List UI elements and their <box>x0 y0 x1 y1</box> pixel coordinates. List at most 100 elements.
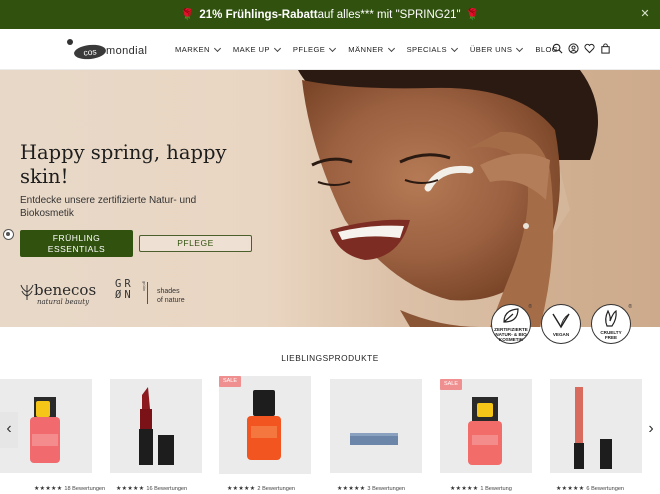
hero-woman-photo <box>298 70 660 327</box>
header-icons <box>552 43 611 54</box>
main-nav: MARKEN MAKE UP PFLEGE MÄNNER SPECIALS ÜB… <box>175 29 571 70</box>
account-icon[interactable] <box>568 43 579 54</box>
product-image[interactable] <box>110 379 202 473</box>
rating-stars-icon: ★★★★★ <box>556 486 585 492</box>
flower-icon: 🌹 <box>180 9 195 21</box>
lipstick-image <box>139 387 174 465</box>
sale-badge: SALE <box>440 379 462 390</box>
product-carousel: ★★★★★ 18 Bewertungen ★★★★★ 16 Bewertungen … <box>0 376 660 494</box>
nail-polish-image <box>247 390 281 460</box>
chevron-down-icon <box>273 44 281 52</box>
leaf-icon <box>20 284 34 300</box>
rating-count: 16 Bewertungen <box>146 486 188 492</box>
product-rating: ★★★★★ 2 Bewertungen <box>227 485 295 492</box>
product-rating: ★★★★★ 6 Bewertungen <box>556 485 624 492</box>
certified-natural-seal: ZERTIFIZIERTE NATUR- & BIO KOSMETIK ® <box>491 304 532 344</box>
hero-title: Happy spring, happy skin! <box>20 141 227 188</box>
gruen-divider <box>147 282 148 304</box>
promo-discount: 21% Frühlings-Rabatt <box>199 8 318 21</box>
rating-count: 2 Bewertungen <box>257 486 296 492</box>
rating-stars-icon: ★★★★★ <box>337 486 366 492</box>
product-image[interactable] <box>330 379 422 473</box>
chevron-down-icon <box>387 44 395 52</box>
chevron-down-icon <box>213 44 221 52</box>
product-image[interactable]: SALE <box>219 376 311 474</box>
benecos-name: benecos <box>34 281 97 299</box>
cart-icon[interactable] <box>600 43 611 54</box>
close-icon[interactable]: ✕ <box>639 8 651 20</box>
button-line-1: FRÜHLING <box>52 233 101 243</box>
product-card[interactable]: ★★★★★ 16 Bewertungen <box>110 379 202 494</box>
nav-label: MÄNNER <box>348 45 384 54</box>
carousel-prev-button[interactable]: ‹ <box>0 412 18 448</box>
vegan-seal: VEGAN <box>541 304 581 344</box>
nav-label: ÜBER UNS <box>469 45 513 54</box>
nav-label: MARKEN <box>175 45 210 54</box>
lip-gloss-image <box>574 387 612 469</box>
product-rating: ★★★★★ 18 Bewertungen <box>34 485 105 492</box>
rating-stars-icon: ★★★★★ <box>34 486 63 492</box>
chevron-down-icon <box>329 44 337 52</box>
product-rating: ★★★★★ 1 Bewertung <box>450 485 512 492</box>
leaf-seal-icon <box>503 308 519 323</box>
site-header: cos mondial MARKEN MAKE UP PFLEGE MÄNNER… <box>0 29 660 70</box>
fruehling-essentials-button[interactable]: FRÜHLING ESSENTIALS <box>20 230 133 257</box>
rating-count: 6 Bewertungen <box>586 486 625 492</box>
seal-text: VEGAN <box>552 332 570 337</box>
gruen-mark: GR ØN <box>115 278 134 301</box>
product-card[interactable]: SALE ★★★★★ 1 Bewertung <box>440 379 532 494</box>
product-image[interactable]: SALE <box>440 379 532 473</box>
product-card[interactable]: SALE ★★★★★ 2 Bewertungen <box>219 376 311 492</box>
nav-label: MAKE UP <box>232 45 270 54</box>
nav-specials[interactable]: SPECIALS <box>406 44 458 54</box>
carousel-next-button[interactable]: › <box>642 412 660 448</box>
promo-text: auf alles*** mit "SPRING21" <box>317 8 461 21</box>
button-line-2: ESSENTIALS <box>47 244 106 254</box>
heart-icon[interactable] <box>584 43 595 54</box>
seal-text: CRUELTY FREE <box>600 329 622 340</box>
rating-stars-icon: ★★★★★ <box>227 486 256 492</box>
benecos-tagline: natural beauty <box>37 298 90 306</box>
nav-label: SPECIALS <box>406 45 447 54</box>
rating-count: 3 Bewertungen <box>367 486 406 492</box>
nail-file-image <box>350 433 398 445</box>
product-image[interactable] <box>550 379 642 473</box>
nav-ueber-uns[interactable]: ÜBER UNS <box>469 44 524 54</box>
seal-mark: ® <box>528 304 532 310</box>
rating-count: 1 Bewertung <box>480 486 512 492</box>
gruen-tagline: shades of nature <box>157 288 185 304</box>
gruen-logo[interactable]: GR ØN grüün shades of nature <box>115 279 195 309</box>
search-icon[interactable] <box>552 43 563 54</box>
cruelty-free-seal: CRUELTY FREE ® <box>591 304 632 344</box>
rating-stars-icon: ★★★★★ <box>450 486 479 492</box>
product-card[interactable]: ★★★★★ 6 Bewertungen <box>550 379 642 494</box>
logo-oval: cos <box>73 43 107 61</box>
section-title: LIEBLINGSPRODUKTE <box>281 353 379 363</box>
nav-make-up[interactable]: MAKE UP <box>232 44 281 54</box>
vegan-leaf-icon <box>552 313 570 329</box>
sale-badge: SALE <box>219 376 241 387</box>
rating-count: 18 Bewertungen <box>64 486 106 492</box>
hero-subtitle: Entdecke unsere zertifizierte Natur- und… <box>20 195 197 219</box>
nav-maenner[interactable]: MÄNNER <box>348 44 395 54</box>
chevron-down-icon <box>450 44 458 52</box>
promo-bar[interactable]: 🌹 21% Frühlings-Rabatt auf alles*** mit … <box>0 0 660 29</box>
accessibility-icon[interactable] <box>3 229 14 240</box>
logo-word: mondial <box>106 45 148 57</box>
hero-banner[interactable]: Happy spring, happy skin! Entdecke unser… <box>0 70 660 327</box>
nail-polish-image <box>468 397 502 465</box>
product-card[interactable]: ★★★★★ 3 Bewertungen <box>330 379 422 494</box>
cosmondial-logo[interactable]: cos mondial <box>67 37 147 61</box>
nav-label: PFLEGE <box>292 45 326 54</box>
rating-stars-icon: ★★★★★ <box>116 486 145 492</box>
nav-marken[interactable]: MARKEN <box>175 44 221 54</box>
pflege-button[interactable]: PFLEGE <box>139 235 252 252</box>
gruen-small: grüün <box>142 281 147 292</box>
logo-dot <box>67 39 73 45</box>
benecos-logo[interactable]: benecos natural beauty <box>20 281 100 309</box>
seal-mark: ® <box>628 304 632 310</box>
nav-pflege[interactable]: PFLEGE <box>292 44 337 54</box>
flower-icon: 🌹 <box>465 9 480 21</box>
seal-text: ZERTIFIZIERTE NATUR- & BIO KOSMETIK <box>494 327 528 342</box>
bunny-icon <box>605 309 617 327</box>
